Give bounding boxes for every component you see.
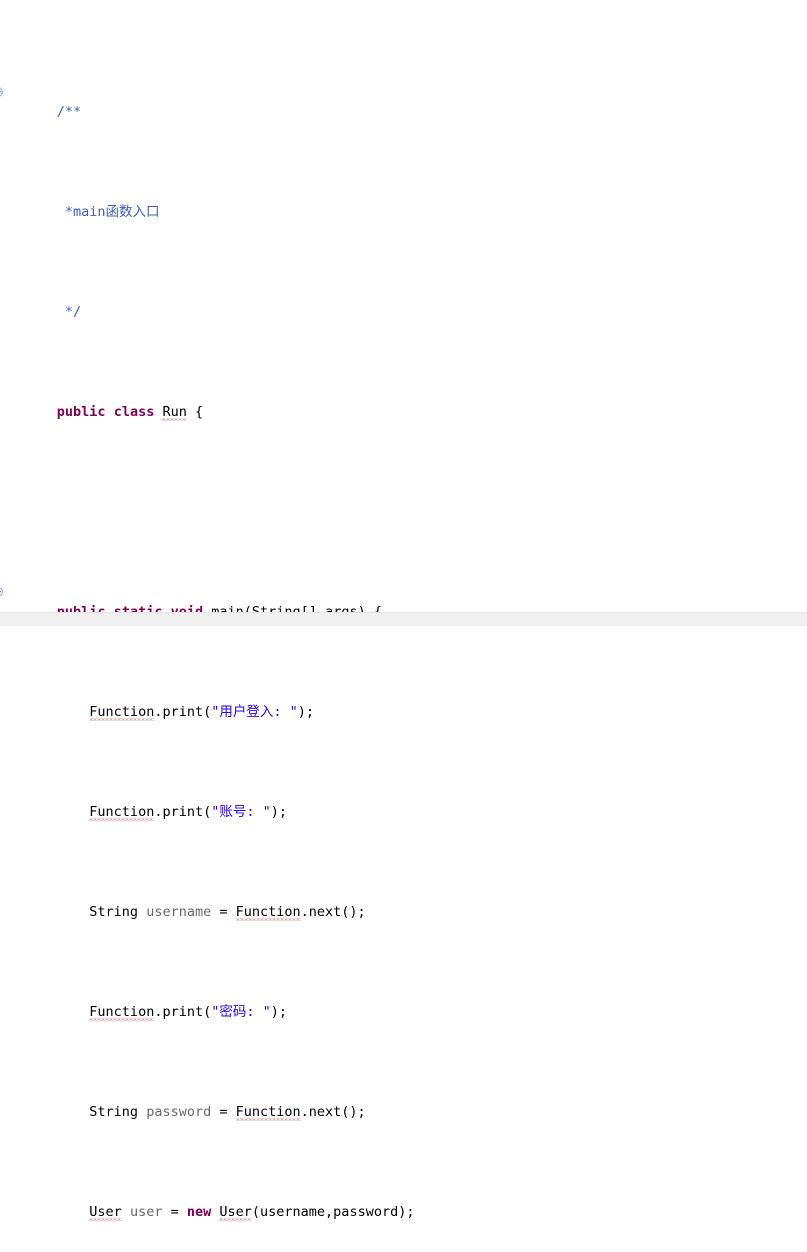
type-function: Function [89, 804, 155, 820]
method-call: .print( [154, 704, 212, 720]
method-call-next: .next(); [300, 1104, 366, 1120]
string-literal: "用户登入: " [211, 704, 298, 720]
constructor-user: User [219, 1204, 252, 1220]
string-literal: "账号: " [211, 804, 271, 820]
code-line-6[interactable]: public static void main(String[] args) { [0, 582, 680, 620]
code-line-10[interactable]: Function.print("密码: "); [0, 982, 680, 1020]
method-call: .print( [154, 804, 212, 820]
code-content[interactable]: /** *main函数入口 */ public class Run { publ… [0, 0, 680, 1252]
statement-end: ); [270, 804, 288, 820]
javadoc-token: *main函数入口 [56, 204, 160, 220]
code-line-5[interactable] [0, 482, 680, 502]
code-line-4[interactable]: public class Run { [0, 382, 680, 420]
type-function: Function [89, 704, 155, 720]
constructor-args: (username,password); [251, 1204, 415, 1220]
assign-operator: = [219, 904, 236, 920]
variable-password: password [138, 1104, 220, 1120]
code-editor[interactable]: /** *main函数入口 */ public class Run { publ… [0, 0, 807, 1220]
method-call-next: .next(); [300, 904, 366, 920]
statement-end: ); [297, 704, 315, 720]
string-literal: "密码: " [211, 1004, 271, 1020]
fold-collapse-icon[interactable] [0, 587, 3, 597]
horizontal-scrollbar[interactable] [0, 612, 807, 626]
class-name-run: Run [162, 404, 187, 420]
horizontal-scrollbar-thumb[interactable] [0, 614, 640, 625]
type-function: Function [89, 1004, 155, 1020]
statement-end: ); [270, 1004, 288, 1020]
method-call: .print( [154, 1004, 212, 1020]
assign-operator: = [219, 1104, 236, 1120]
type-string: String [89, 904, 139, 920]
javadoc-token: /** [56, 104, 82, 120]
code-line-9[interactable]: String username = Function.next(); [0, 882, 680, 920]
fold-collapse-icon[interactable] [0, 87, 3, 97]
keyword-new: new [186, 1204, 212, 1220]
variable-user: user [121, 1204, 171, 1220]
type-function: Function [235, 904, 301, 920]
javadoc-token: */ [56, 304, 82, 320]
code-line-8[interactable]: Function.print("账号: "); [0, 782, 680, 820]
type-function: Function [235, 1104, 301, 1120]
type-user: User [89, 1204, 122, 1220]
open-brace: { [186, 404, 204, 420]
type-string: String [89, 1104, 139, 1120]
code-line-2[interactable]: *main函数入口 [0, 182, 680, 220]
keyword-public: public [56, 404, 106, 420]
variable-username: username [138, 904, 220, 920]
code-line-11[interactable]: String password = Function.next(); [0, 1082, 680, 1120]
code-line-12[interactable]: User user = new User(username,password); [0, 1182, 680, 1220]
code-line-1[interactable]: /** [0, 82, 680, 120]
assign-operator: = [170, 1204, 187, 1220]
keyword-class: class [113, 404, 155, 420]
code-line-7[interactable]: Function.print("用户登入: "); [0, 682, 680, 720]
code-line-3[interactable]: */ [0, 282, 680, 320]
